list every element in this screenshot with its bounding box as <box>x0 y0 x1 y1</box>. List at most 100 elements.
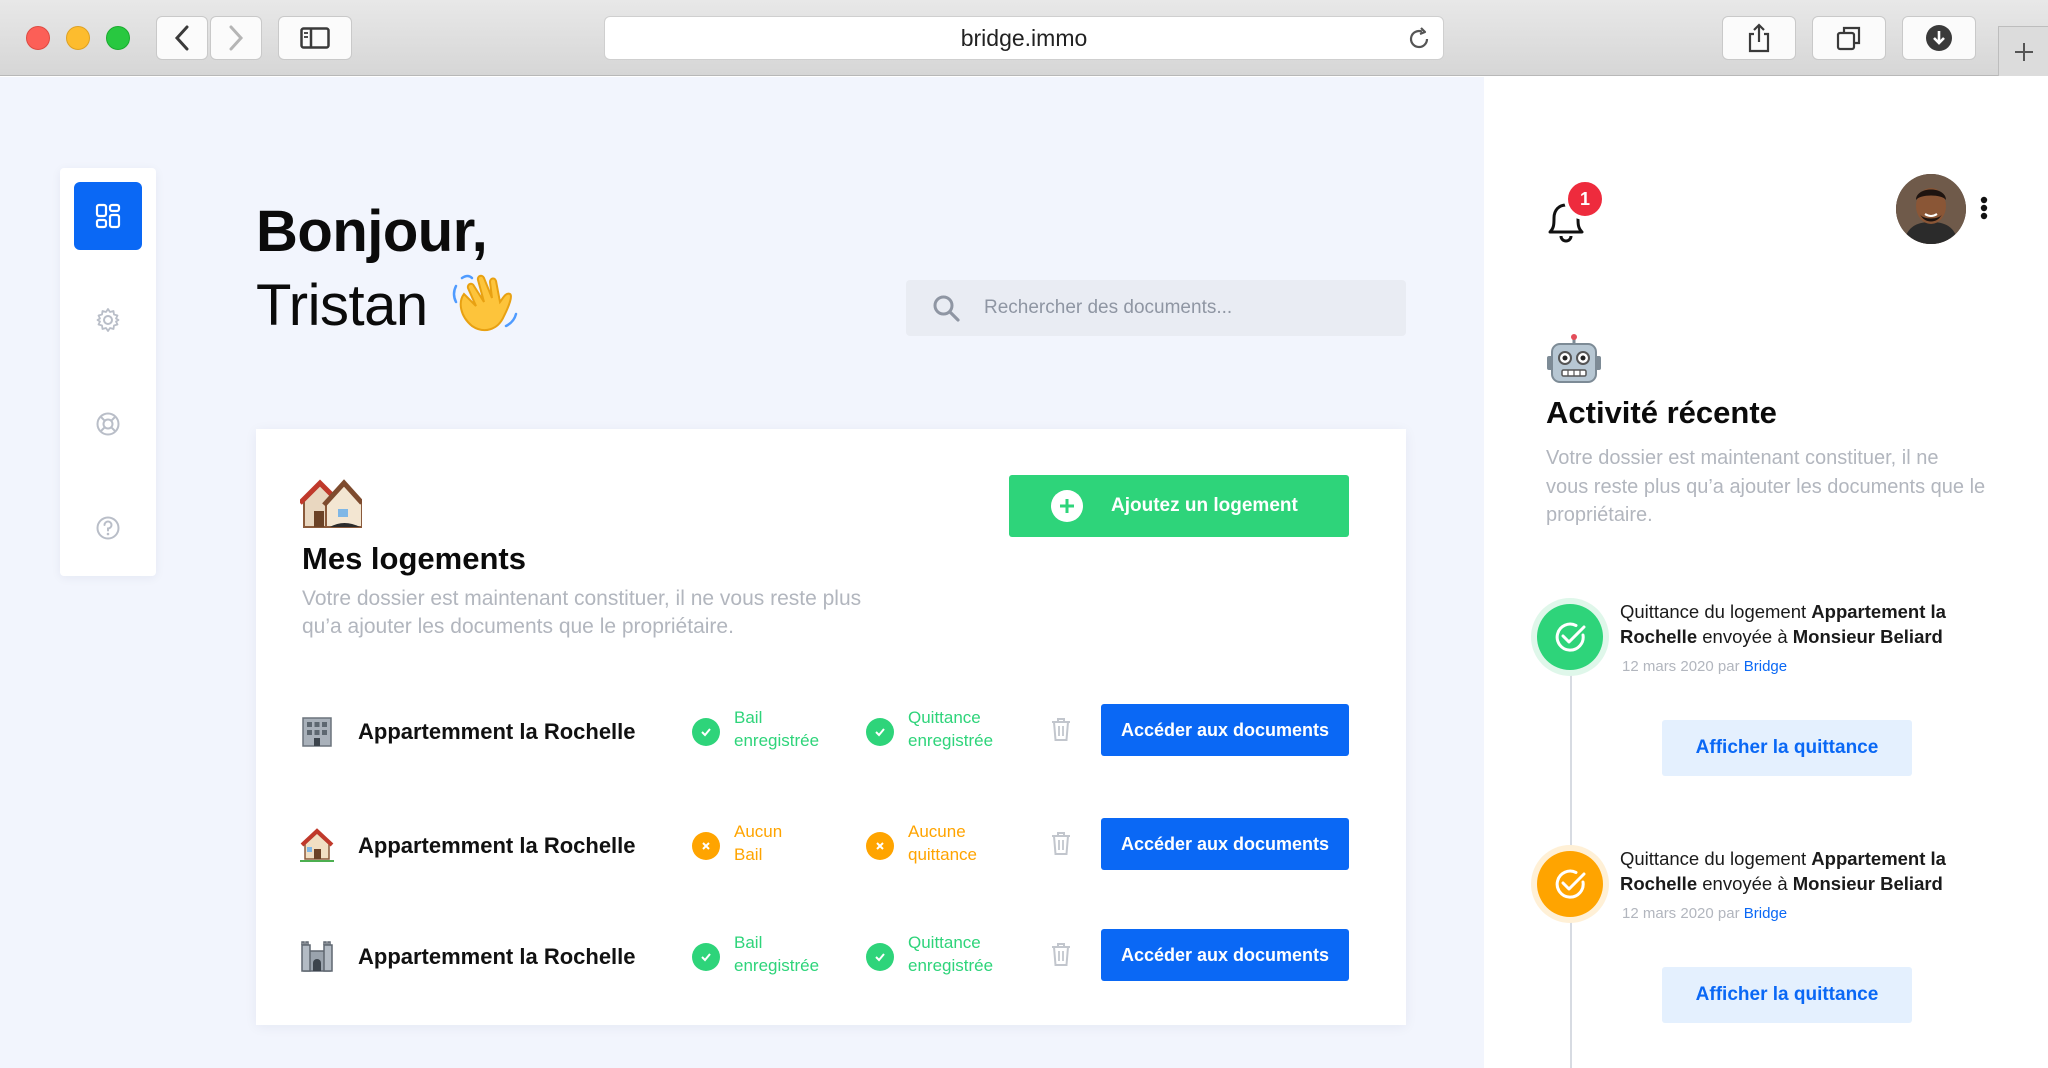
sidebar-item-settings[interactable] <box>74 286 142 354</box>
houses-icon <box>300 479 362 528</box>
quittance-status-line2: enregistrée <box>908 731 994 750</box>
more-options-icon[interactable] <box>1980 196 1988 220</box>
maximize-window-button[interactable] <box>106 26 130 50</box>
logements-card: Mes logements Votre dossier est maintena… <box>256 429 1406 1025</box>
cross-icon <box>692 832 720 860</box>
address-bar[interactable]: bridge.immo <box>604 16 1444 60</box>
logements-subtitle: Votre dossier est maintenant constituer,… <box>302 587 862 638</box>
tabs-icon <box>1836 26 1861 51</box>
trash-icon[interactable] <box>1050 941 1072 967</box>
quittance-status-line1: Aucune <box>908 822 966 841</box>
close-window-button[interactable] <box>26 26 50 50</box>
access-documents-button[interactable]: Accéder aux documents <box>1101 704 1349 756</box>
trash-icon[interactable] <box>1050 716 1072 742</box>
question-icon <box>96 516 120 540</box>
activity-text: Quittance du logement Appartement la Roc… <box>1620 846 1980 896</box>
logement-name: Appartemment la Rochelle <box>358 833 636 858</box>
activity-date: 12 mars 2020 par <box>1622 658 1744 675</box>
url-text: bridge.immo <box>960 24 1088 51</box>
logement-name: Appartemment la Rochelle <box>358 719 636 744</box>
minimize-window-button[interactable] <box>66 26 90 50</box>
bail-status-line1: Bail <box>734 933 763 952</box>
building-icon <box>302 717 332 747</box>
bail-status-line2: enregistrée <box>734 731 820 750</box>
castle-icon <box>301 941 333 972</box>
check-icon <box>866 943 894 971</box>
dashboard-icon <box>95 203 121 229</box>
bail-status-line2: Bail <box>734 845 763 864</box>
avatar[interactable] <box>1896 174 1966 244</box>
quittance-status-line1: Quittance <box>908 708 981 727</box>
activity-meta: 12 mars 2020 par Bridge <box>1622 658 1787 675</box>
activity-status-circle <box>1537 851 1603 917</box>
activity-date: 12 mars 2020 par <box>1622 905 1744 922</box>
logements-title: Mes logements <box>302 541 526 576</box>
activity-status-circle <box>1537 604 1603 670</box>
sidebar-item-dashboard[interactable] <box>74 182 142 250</box>
activity-author-link[interactable]: Bridge <box>1744 905 1787 922</box>
sidebar-item-help[interactable] <box>74 494 142 562</box>
document-search[interactable]: Rechercher des documents... <box>906 280 1406 336</box>
activity-text-mid: envoyée à <box>1697 873 1793 894</box>
activity-recipient: Monsieur Beliard <box>1792 626 1943 647</box>
house-icon <box>300 828 334 862</box>
activity-text-prefix: Quittance du logement <box>1620 848 1812 869</box>
activity-author-link[interactable]: Bridge <box>1744 658 1787 675</box>
access-documents-button[interactable]: Accéder aux documents <box>1101 818 1349 870</box>
plus-icon <box>2014 42 2033 61</box>
user-photo-icon <box>1896 174 1966 244</box>
downloads-button[interactable] <box>1902 16 1976 60</box>
share-icon <box>1748 23 1770 53</box>
logement-row: Appartemment la Rochelle Bail enregistrée… <box>256 702 1406 758</box>
show-quittance-button[interactable]: Afficher la quittance <box>1662 720 1912 776</box>
logement-row: Appartemment la Rochelle Aucun Bail Aucun… <box>256 816 1406 872</box>
plus-circle-icon <box>1051 490 1083 522</box>
activity-meta: 12 mars 2020 par Bridge <box>1622 905 1787 922</box>
download-icon <box>1926 25 1952 51</box>
sidebar-toggle-button[interactable] <box>278 16 352 60</box>
sidebar-nav <box>60 168 156 576</box>
check-icon <box>692 943 720 971</box>
check-circle-icon <box>1555 622 1586 652</box>
activity-recipient: Monsieur Beliard <box>1792 873 1943 894</box>
back-button[interactable] <box>156 16 208 60</box>
browser-toolbar: bridge.immo <box>0 0 2048 76</box>
share-button[interactable] <box>1722 16 1796 60</box>
check-icon <box>866 718 894 746</box>
check-circle-icon <box>1555 869 1586 899</box>
gear-icon <box>96 308 120 332</box>
robot-icon <box>1547 334 1601 383</box>
activity-subtitle: Votre dossier est maintenant constituer,… <box>1546 447 1986 526</box>
search-input[interactable]: Rechercher des documents... <box>984 297 1232 319</box>
cross-icon <box>866 832 894 860</box>
logement-row: Appartemment la Rochelle Bail enregistrée… <box>256 927 1406 983</box>
bail-status-line1: Bail <box>734 708 763 727</box>
activity-text: Quittance du logement Appartement la Roc… <box>1620 599 1980 649</box>
forward-button[interactable] <box>210 16 262 60</box>
check-icon <box>692 718 720 746</box>
sidebar-item-support[interactable] <box>74 390 142 458</box>
chevron-left-icon <box>174 25 189 51</box>
show-quittance-button[interactable]: Afficher la quittance <box>1662 967 1912 1023</box>
notification-badge: 1 <box>1564 178 1606 220</box>
greeting-title: Bonjour, <box>256 199 488 264</box>
quittance-status-line2: quittance <box>908 845 977 864</box>
chevron-right-icon <box>229 25 244 51</box>
lifebuoy-icon <box>96 412 120 436</box>
tabs-overview-button[interactable] <box>1812 16 1886 60</box>
bail-status-line1: Aucun <box>734 822 783 841</box>
new-tab-button[interactable] <box>1998 26 2048 76</box>
bail-status-line2: enregistrée <box>734 956 820 975</box>
access-documents-button[interactable]: Accéder aux documents <box>1101 929 1349 981</box>
reload-icon[interactable] <box>1407 27 1431 51</box>
add-logement-label: Ajoutez un logement <box>1111 495 1298 516</box>
logement-name: Appartemment la Rochelle <box>358 944 636 969</box>
greeting-username: Tristan <box>256 273 428 338</box>
waving-hand-icon <box>452 274 518 332</box>
activity-text-mid: envoyée à <box>1697 626 1793 647</box>
activity-text-prefix: Quittance du logement <box>1620 601 1812 622</box>
add-logement-button[interactable]: Ajoutez un logement <box>1009 475 1349 537</box>
trash-icon[interactable] <box>1050 830 1072 856</box>
sidebar-icon <box>300 27 330 49</box>
search-icon <box>933 295 960 322</box>
